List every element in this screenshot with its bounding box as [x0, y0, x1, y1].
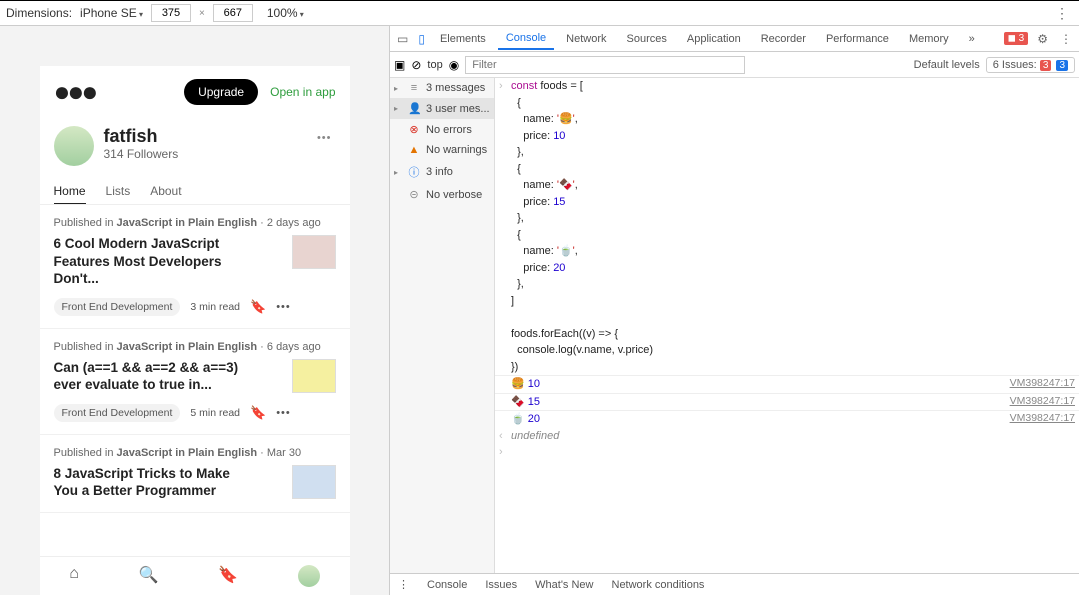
source-link[interactable]: VM398247:17: [1010, 376, 1075, 392]
tab-console[interactable]: Console: [498, 28, 554, 50]
article-card[interactable]: Published in JavaScript in Plain English…: [40, 329, 350, 435]
article-thumbnail: [292, 359, 336, 393]
inspect-element-icon[interactable]: ▭: [394, 32, 411, 46]
tab-elements[interactable]: Elements: [432, 29, 494, 49]
article-title: 8 JavaScript Tricks to Make You a Better…: [54, 465, 254, 500]
tab-lists[interactable]: Lists: [106, 184, 131, 198]
read-time: 3 min read: [190, 301, 240, 313]
sidebar-errors[interactable]: ⊗No errors: [390, 119, 494, 140]
drawer-menu-icon[interactable]: ⋮: [398, 578, 409, 591]
console-log-area[interactable]: ›const foods = [ { name: '🍔', price: 10 …: [495, 78, 1079, 573]
console-filter-input[interactable]: [465, 56, 745, 74]
tab-network[interactable]: Network: [558, 29, 614, 49]
devtools-panel: ▭ ▯ Elements Console Network Sources App…: [389, 26, 1079, 595]
profile-name: fatfish: [104, 126, 179, 147]
read-time: 5 min read: [190, 407, 240, 419]
bookmarks-icon[interactable]: 🔖: [218, 565, 238, 587]
devtools-menu-icon[interactable]: ⋮: [1057, 32, 1075, 46]
tab-memory[interactable]: Memory: [901, 29, 957, 49]
profile-more-icon[interactable]: •••: [317, 132, 332, 144]
tab-performance[interactable]: Performance: [818, 29, 897, 49]
tab-more[interactable]: »: [961, 29, 983, 49]
follower-count: 314 Followers: [104, 147, 179, 161]
sidebar-user-messages[interactable]: ▸👤3 user mes...: [390, 98, 494, 119]
drawer-tab-issues[interactable]: Issues: [485, 579, 517, 591]
sidebar-verbose[interactable]: ⊝No verbose: [390, 184, 494, 205]
devtools-drawer: ⋮ Console Issues What's New Network cond…: [390, 573, 1079, 595]
article-more-icon[interactable]: •••: [276, 407, 291, 419]
article-thumbnail: [292, 235, 336, 269]
dimensions-label: Dimensions:: [6, 6, 72, 20]
dimension-separator: ×: [199, 8, 205, 19]
upgrade-button[interactable]: Upgrade: [184, 79, 258, 105]
nav-avatar[interactable]: [298, 565, 320, 587]
drawer-tab-console[interactable]: Console: [427, 579, 467, 591]
live-expression-icon[interactable]: ◉: [449, 58, 459, 72]
sidebar-info[interactable]: ▸ⓘ3 info: [390, 160, 494, 184]
settings-icon[interactable]: ⚙: [1034, 32, 1051, 46]
article-tag[interactable]: Front End Development: [54, 298, 181, 316]
device-mode-icon[interactable]: ▯: [415, 32, 428, 46]
device-selector[interactable]: iPhone SE: [80, 6, 143, 20]
article-card[interactable]: Published in JavaScript in Plain English…: [40, 435, 350, 513]
article-more-icon[interactable]: •••: [276, 301, 291, 313]
article-thumbnail: [292, 465, 336, 499]
home-icon[interactable]: ⌂: [69, 565, 79, 587]
search-icon[interactable]: 🔍: [139, 565, 159, 587]
tab-about[interactable]: About: [150, 184, 181, 198]
console-sidebar: ▸≡3 messages ▸👤3 user mes... ⊗No errors …: [390, 78, 495, 573]
tab-sources[interactable]: Sources: [619, 29, 675, 49]
device-viewport: ●●● Upgrade Open in app fatfish 314 Foll…: [0, 26, 389, 595]
viewport-width-input[interactable]: [151, 4, 191, 22]
drawer-tab-whatsnew[interactable]: What's New: [535, 579, 593, 591]
rendered-page: ●●● Upgrade Open in app fatfish 314 Foll…: [40, 66, 350, 595]
bookmark-icon[interactable]: 🔖: [250, 299, 266, 315]
bottom-nav: ⌂ 🔍 🔖: [40, 556, 350, 595]
medium-logo-icon[interactable]: ●●●: [54, 76, 96, 108]
issues-pill[interactable]: 6 Issues: 3 3: [986, 57, 1075, 73]
article-title: 6 Cool Modern JavaScript Features Most D…: [54, 235, 254, 288]
tab-application[interactable]: Application: [679, 29, 749, 49]
device-toolbar: Dimensions: iPhone SE × 100% ⋮: [0, 0, 1079, 26]
zoom-selector[interactable]: 100%: [267, 6, 304, 20]
source-link[interactable]: VM398247:17: [1010, 394, 1075, 410]
open-in-app-link[interactable]: Open in app: [270, 85, 335, 99]
error-count-badge[interactable]: ◼ 3: [1004, 32, 1029, 45]
article-tag[interactable]: Front End Development: [54, 404, 181, 422]
log-levels-selector[interactable]: Default levels: [914, 59, 980, 71]
tab-home[interactable]: Home: [54, 184, 86, 204]
profile-avatar[interactable]: [54, 126, 94, 166]
tab-recorder[interactable]: Recorder: [753, 29, 814, 49]
bookmark-icon[interactable]: 🔖: [250, 405, 266, 421]
drawer-tab-network-conditions[interactable]: Network conditions: [612, 579, 705, 591]
context-selector[interactable]: top: [427, 59, 442, 71]
sidebar-messages[interactable]: ▸≡3 messages: [390, 78, 494, 98]
viewport-height-input[interactable]: [213, 4, 253, 22]
article-title: Can (a==1 && a==2 && a==3) ever evaluate…: [54, 359, 254, 394]
source-link[interactable]: VM398247:17: [1010, 411, 1075, 427]
device-toolbar-menu[interactable]: ⋮: [1051, 5, 1073, 22]
article-card[interactable]: Published in JavaScript in Plain English…: [40, 205, 350, 329]
sidebar-warnings[interactable]: ▲No warnings: [390, 140, 494, 160]
clear-console-icon[interactable]: ⊘: [411, 58, 421, 72]
sidebar-toggle-icon[interactable]: ▣: [394, 58, 405, 72]
